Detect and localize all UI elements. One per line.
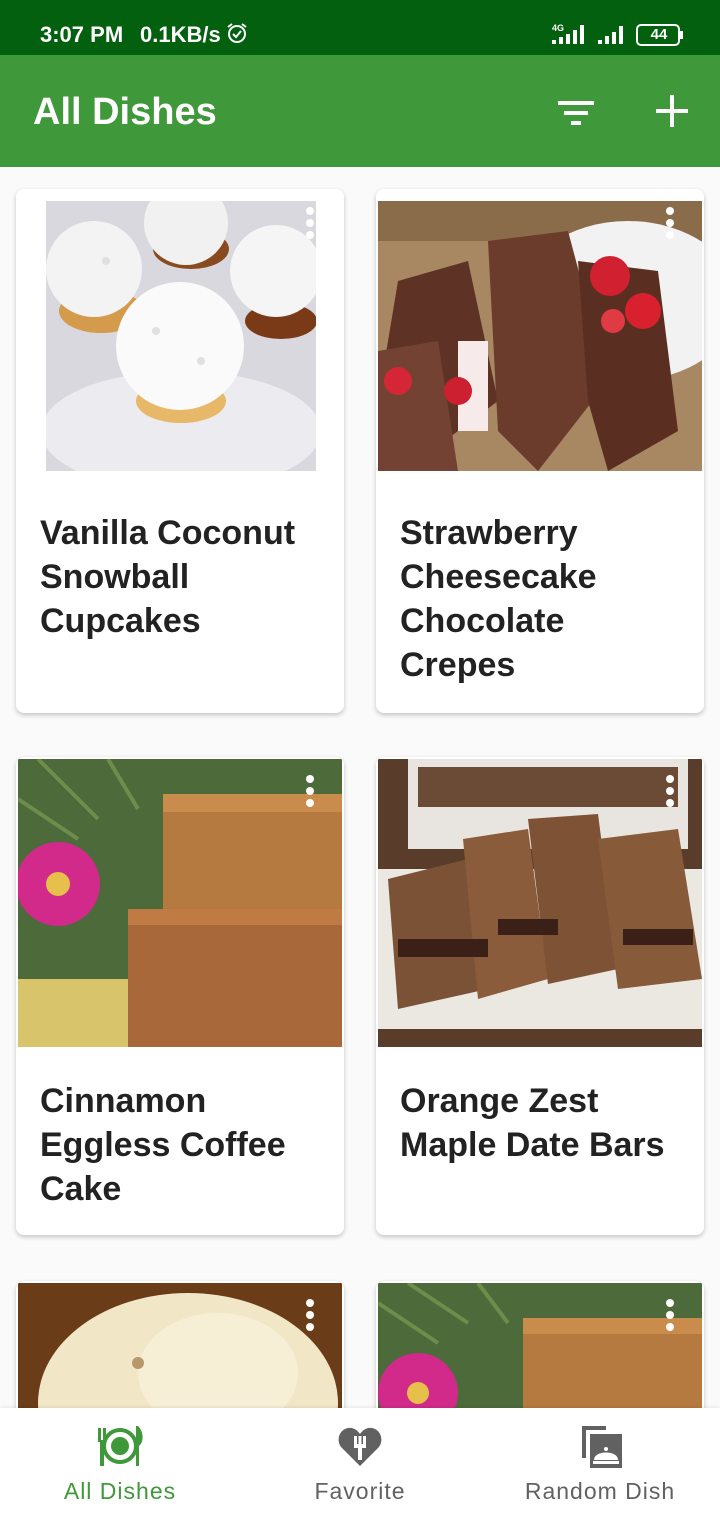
dish-grid: Vanilla Coconut Snowball Cupcakes Strawb [0, 167, 720, 1408]
bottom-navigation: All Dishes Favorite Random Dish [0, 1408, 720, 1520]
network-type: 4G [552, 23, 564, 33]
status-time: 3:07 PM [40, 22, 124, 47]
dish-card[interactable]: Vanilla Coconut Snowball Cupcakes [16, 189, 344, 713]
nav-favorite[interactable]: Favorite [240, 1408, 480, 1520]
coffee-cake-photo [378, 1283, 702, 1408]
dish-card[interactable] [16, 1281, 344, 1408]
chocolate-crepes-photo [378, 201, 702, 471]
nav-label: All Dishes [63, 1478, 177, 1504]
more-options-icon[interactable] [304, 775, 316, 811]
coffee-cake-photo [18, 759, 342, 1047]
heart-fork-icon [338, 1427, 382, 1466]
date-bars-photo [378, 759, 702, 1047]
add-icon[interactable] [650, 89, 694, 133]
plate-icon [98, 1426, 143, 1466]
cream-dessert-photo [18, 1283, 342, 1408]
signal-4g-icon: 4G [552, 23, 584, 44]
cloche-icon [582, 1426, 622, 1468]
more-options-icon[interactable] [304, 207, 316, 243]
more-options-icon[interactable] [664, 1299, 676, 1335]
app-bar: All Dishes [0, 55, 720, 167]
more-options-icon[interactable] [664, 775, 676, 811]
dish-card[interactable]: Orange Zest Maple Date Bars [376, 757, 704, 1235]
dish-card[interactable]: Cinnamon Eggless Coffee Cake [16, 757, 344, 1235]
nav-all-dishes[interactable]: All Dishes [0, 1408, 240, 1520]
nav-random-dish[interactable]: Random Dish [480, 1408, 720, 1520]
dish-title: Strawberry Cheesecake Chocolate Crepes [400, 514, 597, 684]
dish-title: Vanilla Coconut Snowball Cupcakes [40, 514, 296, 640]
dish-card[interactable]: Strawberry Cheesecake Chocolate Crepes [376, 189, 704, 713]
coconut-cupcakes-photo [46, 201, 316, 471]
dish-title: Orange Zest Maple Date Bars [400, 1082, 665, 1164]
more-options-icon[interactable] [304, 1299, 316, 1335]
filter-icon[interactable] [552, 95, 600, 131]
signal-icon [598, 26, 623, 44]
more-options-icon[interactable] [664, 207, 676, 243]
dish-card[interactable] [376, 1281, 704, 1408]
battery-level: 44 [650, 26, 668, 43]
dish-title: Cinnamon Eggless Coffee Cake [40, 1082, 286, 1208]
page-title: All Dishes [33, 91, 217, 133]
nav-label: Random Dish [524, 1478, 676, 1504]
alarm-icon [227, 23, 247, 43]
status-bar: 3:07 PM 0.1KB/s 4G 44 [0, 0, 720, 55]
nav-label: Favorite [314, 1478, 406, 1504]
network-speed: 0.1KB/s [140, 22, 221, 47]
